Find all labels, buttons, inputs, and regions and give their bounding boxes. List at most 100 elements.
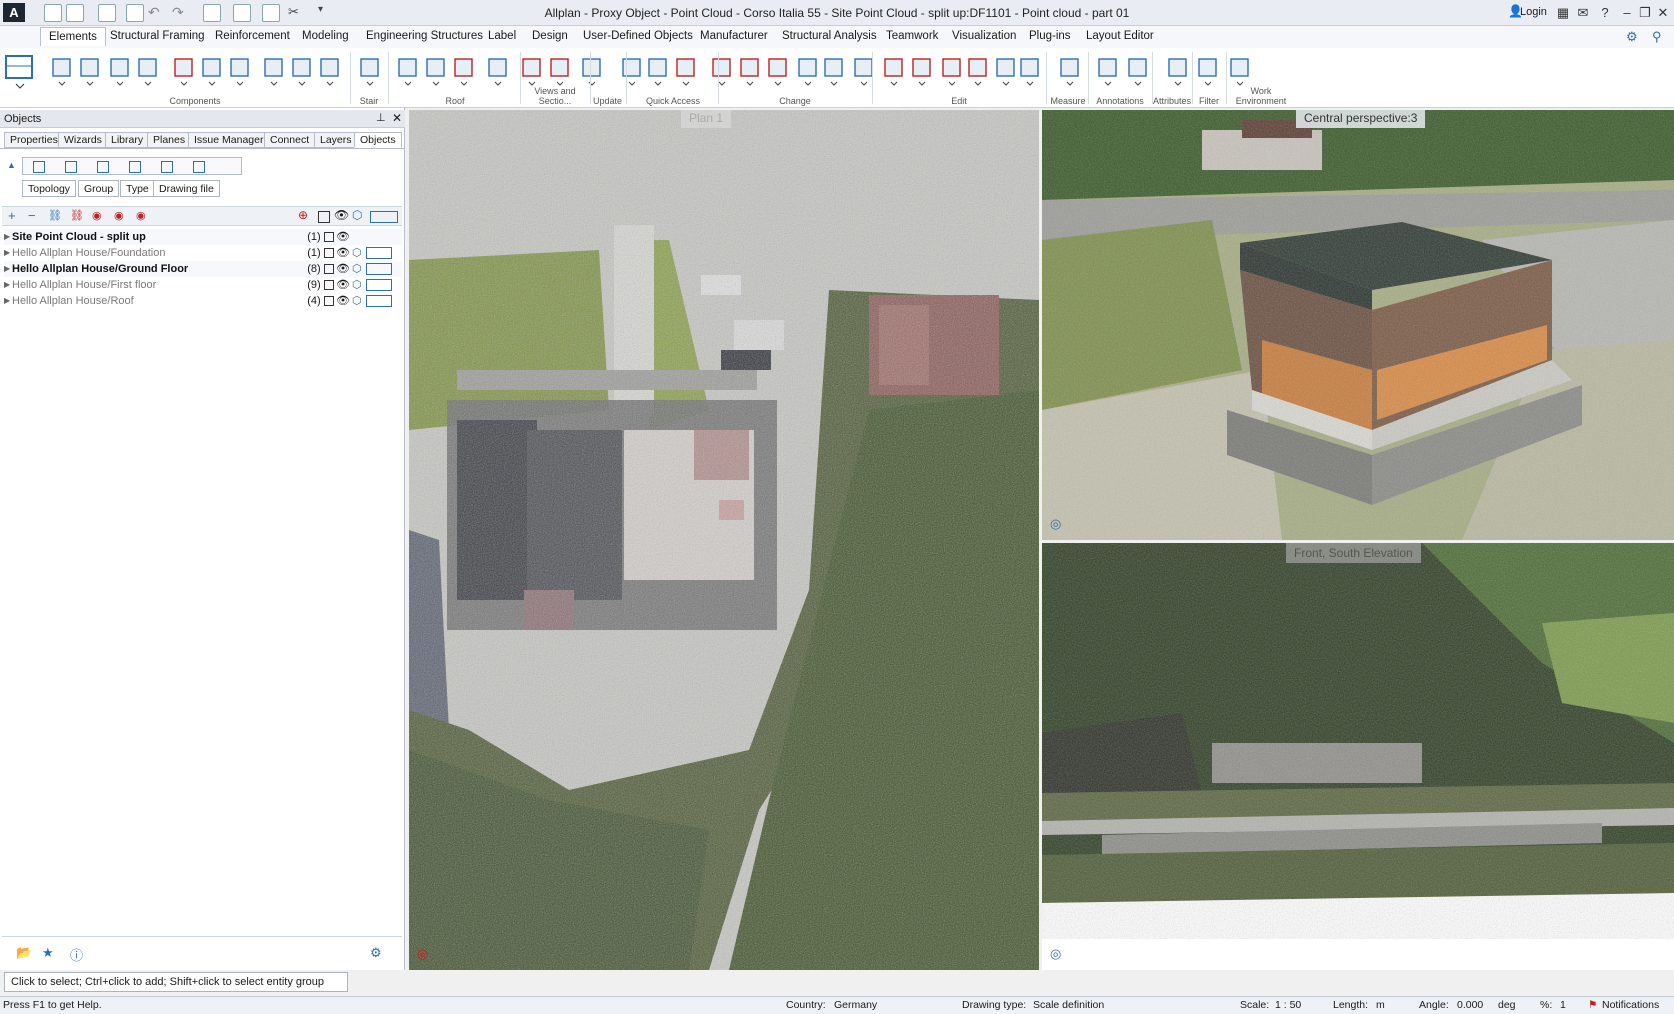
work-plane-icon[interactable]	[1196, 56, 1220, 86]
layers-icon[interactable]	[97, 161, 109, 173]
expand-icon[interactable]: ▶	[4, 229, 10, 245]
text-icon[interactable]	[620, 56, 644, 86]
room-icon[interactable]	[318, 56, 342, 86]
tab-plug-ins[interactable]: Plug-ins	[1029, 30, 1071, 42]
column-icon[interactable]	[108, 56, 132, 86]
delete-all-icon[interactable]: ◉	[114, 209, 124, 222]
length-value[interactable]: m	[1376, 997, 1385, 1014]
row-checkbox[interactable]	[324, 232, 334, 242]
expand-icon[interactable]: ▶	[4, 261, 10, 277]
label-style-icon[interactable]	[1058, 56, 1082, 86]
tab-design[interactable]: Design	[532, 30, 568, 42]
snap-icon[interactable]	[1228, 56, 1252, 86]
chip-type[interactable]: Type	[120, 180, 155, 197]
row-checkbox[interactable]	[324, 280, 334, 290]
zoom-icon[interactable]: ⊕	[298, 208, 308, 222]
expand-icon[interactable]: ▶	[4, 293, 10, 309]
settings-icon[interactable]: ⚙	[1626, 29, 1638, 45]
country-value[interactable]: Germany	[834, 997, 877, 1014]
measure-icon[interactable]	[994, 56, 1018, 86]
info-icon[interactable]: ⓘ	[70, 945, 83, 964]
row-checkbox[interactable]	[324, 248, 334, 258]
chip-group[interactable]: Group	[78, 180, 120, 197]
table-row[interactable]: ▶ Hello Allplan House/Roof (4) 👁 ⬡	[4, 293, 402, 309]
add-icon[interactable]: +	[8, 208, 16, 223]
update-icon[interactable]	[520, 56, 544, 86]
panel-settings-icon[interactable]: ⚙	[370, 945, 382, 961]
visibility-icon[interactable]: 👁	[336, 293, 352, 309]
line-icon[interactable]	[580, 56, 604, 86]
tab-issue-manager[interactable]: Issue Manager	[188, 132, 270, 148]
delete-group-icon[interactable]: ◉	[92, 209, 102, 222]
tab-visualization[interactable]: Visualization	[952, 30, 1016, 42]
tab-engineering-structures[interactable]: Engineering Structures	[366, 30, 483, 42]
table-row[interactable]: ▶ Hello Allplan House/Ground Floor (8) 👁 ⬡	[4, 261, 402, 277]
table-row[interactable]: ▶ Hello Allplan House/Foundation (1) 👁 ⬡	[4, 245, 402, 261]
section-icon[interactable]	[486, 56, 510, 86]
trim-icon[interactable]	[738, 56, 762, 86]
attribute-icon[interactable]	[1096, 56, 1120, 86]
restore-icon[interactable]: ❐	[1636, 4, 1654, 22]
close-panel-icon[interactable]: ✕	[392, 111, 402, 125]
row-options-icon[interactable]	[366, 279, 392, 291]
annotate-icon[interactable]	[1018, 56, 1042, 86]
rotate-icon[interactable]	[882, 56, 906, 86]
row-options-icon[interactable]	[366, 263, 392, 275]
percent-value[interactable]: 1	[1560, 997, 1566, 1014]
pin-panel-icon[interactable]: ⊥	[376, 111, 386, 124]
expand-icon[interactable]: ▶	[4, 245, 10, 261]
roof-icon[interactable]	[396, 56, 420, 86]
angle-unit[interactable]: deg	[1498, 997, 1516, 1014]
dimension-icon[interactable]	[646, 56, 670, 86]
row-options-icon[interactable]	[366, 295, 392, 307]
perspective-nav-icon[interactable]: ◎	[1050, 516, 1061, 532]
tab-user-defined-objects[interactable]: User-Defined Objects	[583, 30, 693, 42]
chip-drawing-file[interactable]: Drawing file	[153, 180, 220, 197]
scale-value[interactable]: 1 : 50	[1275, 997, 1301, 1014]
clip-icon[interactable]	[940, 56, 964, 86]
tab-layout-editor[interactable]: Layout Editor	[1086, 30, 1154, 42]
chip-topology[interactable]: Topology	[22, 180, 77, 197]
tab-manufacturer[interactable]: Manufacturer	[700, 30, 768, 42]
row-options-icon[interactable]	[366, 247, 392, 259]
mail-icon[interactable]: ✉	[1574, 4, 1592, 22]
perspective-viewport[interactable]: Central perspective:3 ◎	[1042, 110, 1674, 540]
tag-icon[interactable]	[193, 161, 205, 173]
slab-icon[interactable]	[78, 56, 102, 86]
cube-icon[interactable]: ⬡	[352, 277, 366, 293]
building-icon[interactable]	[33, 161, 45, 173]
tab-structural-framing[interactable]: Structural Framing	[110, 30, 205, 42]
beam-icon[interactable]	[136, 56, 160, 86]
elevation-nav-icon[interactable]: ◎	[1050, 946, 1061, 962]
remove-icon[interactable]: −	[28, 208, 36, 223]
collapse-icon[interactable]: ▲	[7, 160, 16, 170]
tab-structural-analysis[interactable]: Structural Analysis	[782, 30, 877, 42]
delete-icon[interactable]	[966, 56, 990, 86]
row-checkbox[interactable]	[324, 296, 334, 306]
viewport-nav-icon[interactable]: ◎	[417, 946, 428, 962]
open-folder-icon[interactable]: 📂	[16, 945, 32, 961]
cube-icon[interactable]: ⬡	[352, 261, 366, 277]
notifications-button[interactable]: Notifications	[1602, 997, 1659, 1014]
move-icon[interactable]	[766, 56, 790, 86]
stair-icon[interactable]	[358, 56, 382, 86]
grid-icon[interactable]: ▦	[1554, 4, 1572, 22]
roof-plane-icon[interactable]	[452, 56, 476, 86]
select-all-checkbox[interactable]	[318, 211, 330, 223]
visibility-icon[interactable]: 👁	[334, 208, 349, 222]
tab-library[interactable]: Library	[105, 132, 150, 148]
expand-icon[interactable]: ▶	[4, 277, 10, 293]
wall-icon[interactable]	[50, 56, 74, 86]
tab-reinforcement[interactable]: Reinforcement	[215, 30, 290, 42]
visibility-icon[interactable]: 👁	[336, 261, 352, 277]
favorites-icon[interactable]: ★	[42, 945, 54, 961]
plan-viewport[interactable]: Plan 1 ◎	[409, 110, 1039, 970]
pin-icon[interactable]: ⚲	[1652, 29, 1662, 45]
angle-value[interactable]: 0.000	[1457, 997, 1483, 1014]
table-row[interactable]: ▶ Hello Allplan House/First floor (9) 👁 ⬡	[4, 277, 402, 293]
railing-icon[interactable]	[290, 56, 314, 86]
table-row[interactable]: ▶ Site Point Cloud - split up (1) 👁	[4, 229, 402, 245]
copy-icon[interactable]	[796, 56, 820, 86]
visibility-icon[interactable]: 👁	[336, 229, 352, 245]
door-icon[interactable]	[228, 56, 252, 86]
